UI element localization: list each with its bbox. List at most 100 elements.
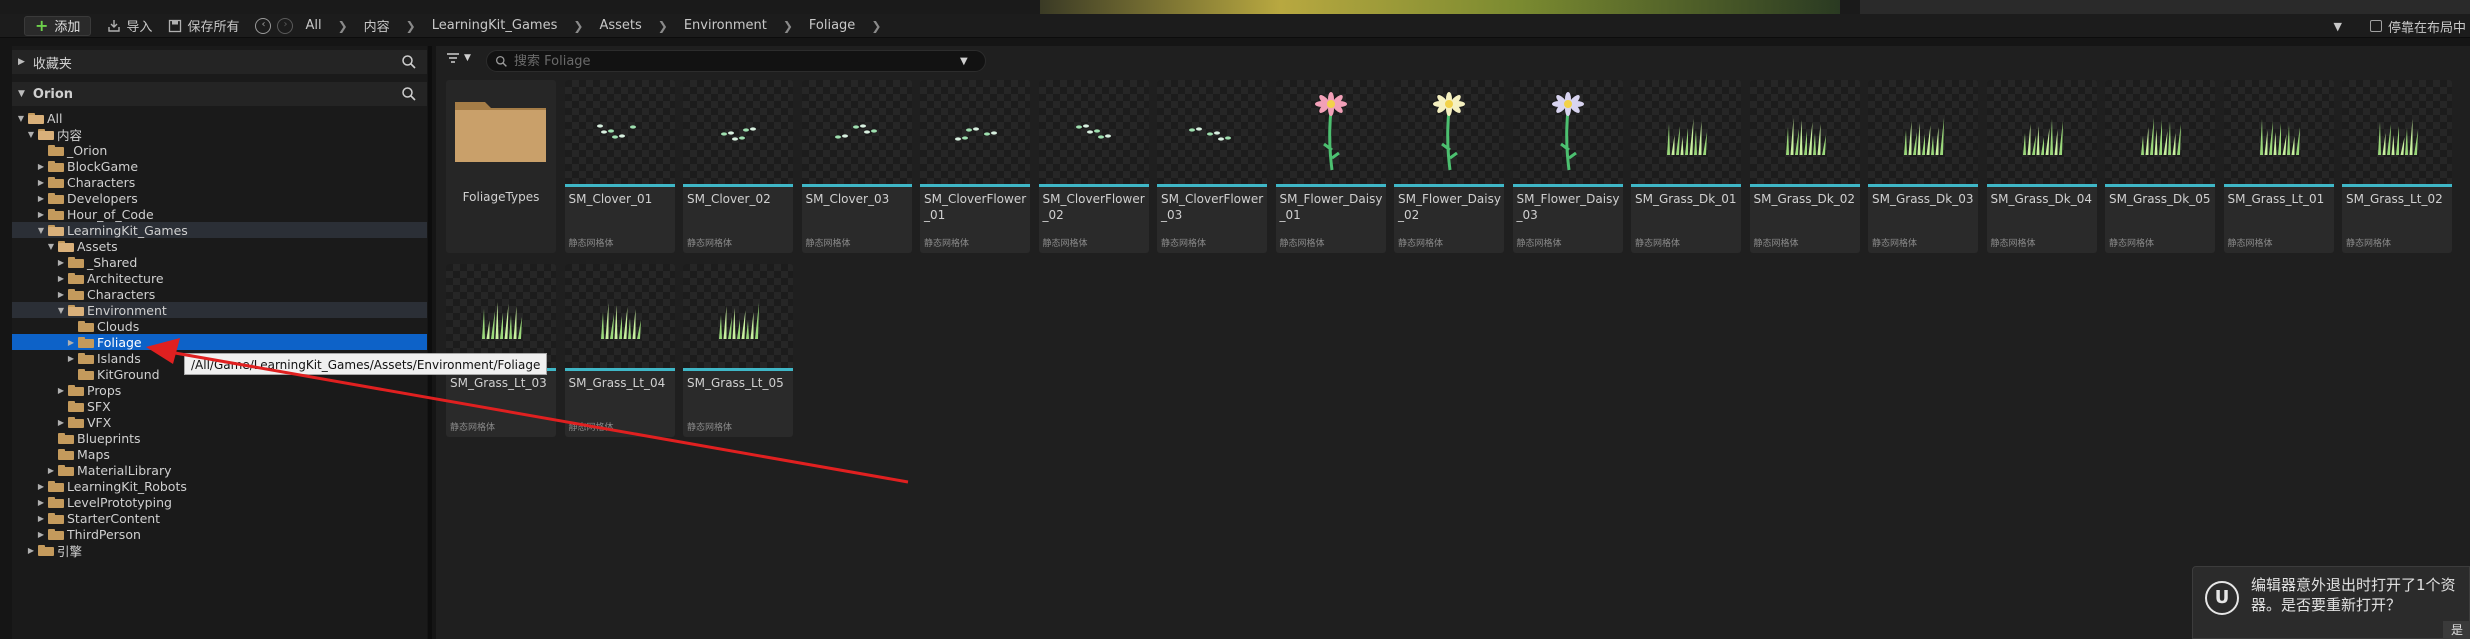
breadcrumb-assets[interactable]: Assets	[599, 18, 641, 33]
tree-item[interactable]: ▶ Developers	[12, 190, 427, 206]
filter-button[interactable]: ▼	[446, 52, 471, 64]
dock-in-layout-button[interactable]: 停靠在布局中	[2369, 17, 2470, 36]
collapsed-arrow-icon[interactable]: ▶	[36, 482, 46, 491]
breadcrumb-foliage[interactable]: Foliage	[809, 18, 855, 33]
tree-item[interactable]: ▶ Foliage	[12, 334, 427, 350]
asset-type-color-bar	[2105, 184, 2215, 187]
collapsed-arrow-icon[interactable]: ▶	[36, 178, 46, 187]
collapsed-arrow-icon[interactable]: ▶	[36, 210, 46, 219]
tree-item[interactable]: ▶ Architecture	[12, 270, 427, 286]
search-icon[interactable]	[401, 54, 417, 70]
collapsed-arrow-icon[interactable]: ▶	[36, 162, 46, 171]
panel-splitter[interactable]	[428, 46, 432, 639]
asset-tile[interactable]: SM_Flower_Daisy_02 静态网格体	[1394, 80, 1504, 253]
asset-tile[interactable]: SM_Grass_Lt_03 静态网格体	[446, 264, 556, 437]
tree-item[interactable]: _Orion	[12, 142, 427, 158]
tree-item[interactable]: SFX	[12, 398, 427, 414]
forward-icon[interactable]: ›	[277, 17, 294, 34]
asset-name: SM_Flower_Daisy_03	[1516, 192, 1620, 222]
tree-item[interactable]: Clouds	[12, 318, 427, 334]
asset-tile[interactable]: SM_Grass_Lt_02 静态网格体	[2342, 80, 2452, 253]
tree-item[interactable]: ▼ Environment	[12, 302, 427, 318]
tree-item[interactable]: Maps	[12, 446, 427, 462]
tree-item-label: Props	[87, 382, 122, 398]
tree-item[interactable]: ▶ _Shared	[12, 254, 427, 270]
asset-tile[interactable]: SM_Grass_Dk_01 静态网格体	[1631, 80, 1741, 253]
asset-tile[interactable]: SM_Grass_Lt_05 静态网格体	[683, 264, 793, 437]
chevron-down-icon[interactable]: ▼	[960, 56, 968, 67]
save-all-button[interactable]: 保存所有	[168, 16, 239, 35]
asset-tile[interactable]: SM_CloverFlower_03 静态网格体	[1157, 80, 1267, 253]
tree-item[interactable]: ▶ StarterContent	[12, 510, 427, 526]
collapsed-arrow-icon[interactable]: ▶	[36, 514, 46, 523]
tree-item[interactable]: ▶ Characters	[12, 174, 427, 190]
tree-item[interactable]: ▶ MaterialLibrary	[12, 462, 427, 478]
project-root-header[interactable]: ▼ Orion	[12, 82, 427, 106]
breadcrumb-environment[interactable]: Environment	[684, 18, 767, 33]
folder-tile[interactable]: FoliageTypes	[446, 80, 556, 253]
tree-item[interactable]: ▼ Assets	[12, 238, 427, 254]
tree-item[interactable]: ▶ VFX	[12, 414, 427, 430]
toolbar-right: ▼ 停靠在布局中	[2334, 14, 2470, 38]
collapsed-arrow-icon[interactable]: ▶	[56, 418, 66, 427]
asset-tile[interactable]: SM_Grass_Lt_01 静态网格体	[2223, 80, 2334, 253]
favorites-header[interactable]: ▶ 收藏夹	[12, 50, 427, 74]
collapsed-arrow-icon[interactable]: ▶	[36, 194, 46, 203]
chevron-right-icon[interactable]: ❯	[406, 19, 416, 33]
asset-tile[interactable]: SM_Grass_Dk_02 静态网格体	[1749, 80, 1860, 253]
asset-tile[interactable]: SM_Flower_Daisy_01 静态网格体	[1275, 80, 1386, 253]
tree-item[interactable]: ▶ BlockGame	[12, 158, 427, 174]
breadcrumb-all[interactable]: All	[305, 18, 321, 33]
expanded-arrow-icon[interactable]: ▼	[16, 114, 26, 123]
collapsed-arrow-icon[interactable]: ▶	[36, 530, 46, 539]
expanded-arrow-icon[interactable]: ▼	[26, 130, 36, 139]
expanded-arrow-icon[interactable]: ▼	[56, 306, 66, 315]
collapsed-arrow-icon[interactable]: ▶	[56, 258, 66, 267]
asset-tile[interactable]: SM_Clover_01 静态网格体	[564, 80, 675, 253]
asset-tile[interactable]: SM_Grass_Dk_05 静态网格体	[2105, 80, 2215, 253]
breadcrumb-content[interactable]: 内容	[364, 16, 390, 35]
chevron-right-icon[interactable]: ❯	[871, 19, 881, 33]
asset-search-input[interactable]	[514, 53, 954, 69]
chevron-down-icon[interactable]: ▼	[2334, 20, 2342, 33]
chevron-right-icon[interactable]: ❯	[573, 19, 583, 33]
collapsed-arrow-icon[interactable]: ▶	[56, 290, 66, 299]
tree-item[interactable]: ▼ 内容	[12, 126, 427, 143]
tree-item[interactable]: ▶ Characters	[12, 286, 427, 302]
collapsed-arrow-icon[interactable]: ▶	[66, 354, 76, 363]
asset-type-label: 静态网格体	[1635, 239, 1681, 249]
collapsed-arrow-icon[interactable]: ▶	[26, 546, 36, 555]
chevron-right-icon[interactable]: ❯	[338, 19, 348, 33]
collapsed-arrow-icon[interactable]: ▶	[66, 338, 76, 347]
yes-button[interactable]: 是	[2443, 621, 2470, 639]
asset-tile[interactable]: SM_Clover_02 静态网格体	[683, 80, 793, 253]
asset-tile[interactable]: SM_Grass_Lt_04 静态网格体	[564, 264, 675, 437]
asset-tile[interactable]: SM_CloverFlower_02 静态网格体	[1038, 80, 1149, 253]
asset-tile[interactable]: SM_Grass_Dk_03 静态网格体	[1868, 80, 1978, 253]
asset-tile[interactable]: SM_Flower_Daisy_03 静态网格体	[1512, 80, 1623, 253]
chevron-right-icon[interactable]: ❯	[783, 19, 793, 33]
expanded-arrow-icon[interactable]: ▼	[36, 226, 46, 235]
tree-item[interactable]: ▶ Props	[12, 382, 427, 398]
history-nav: ‹ ›	[255, 17, 294, 34]
tree-item[interactable]: ▶ LearningKit_Robots	[12, 478, 427, 494]
tree-item[interactable]: ▶ Hour_of_Code	[12, 206, 427, 222]
tree-item[interactable]: ▶ LevelPrototyping	[12, 494, 427, 510]
tree-item[interactable]: ▼ LearningKit_Games	[12, 222, 427, 238]
asset-tile[interactable]: SM_Clover_03 静态网格体	[801, 80, 912, 253]
breadcrumb-learningkit-games[interactable]: LearningKit_Games	[432, 18, 558, 33]
asset-tile[interactable]: SM_Grass_Dk_04 静态网格体	[1986, 80, 2097, 253]
add-button[interactable]: + 添加	[24, 15, 92, 36]
expanded-arrow-icon[interactable]: ▼	[46, 242, 56, 251]
tree-item[interactable]: ▶ 引擎	[12, 542, 427, 559]
tree-item[interactable]: Blueprints	[12, 430, 427, 446]
collapsed-arrow-icon[interactable]: ▶	[46, 466, 56, 475]
collapsed-arrow-icon[interactable]: ▶	[36, 498, 46, 507]
import-button[interactable]: 导入	[107, 16, 152, 35]
chevron-right-icon[interactable]: ❯	[658, 19, 668, 33]
collapsed-arrow-icon[interactable]: ▶	[56, 274, 66, 283]
search-icon[interactable]	[401, 86, 417, 102]
asset-tile[interactable]: SM_CloverFlower_01 静态网格体	[920, 80, 1030, 253]
back-icon[interactable]: ‹	[255, 17, 272, 34]
collapsed-arrow-icon[interactable]: ▶	[56, 386, 66, 395]
